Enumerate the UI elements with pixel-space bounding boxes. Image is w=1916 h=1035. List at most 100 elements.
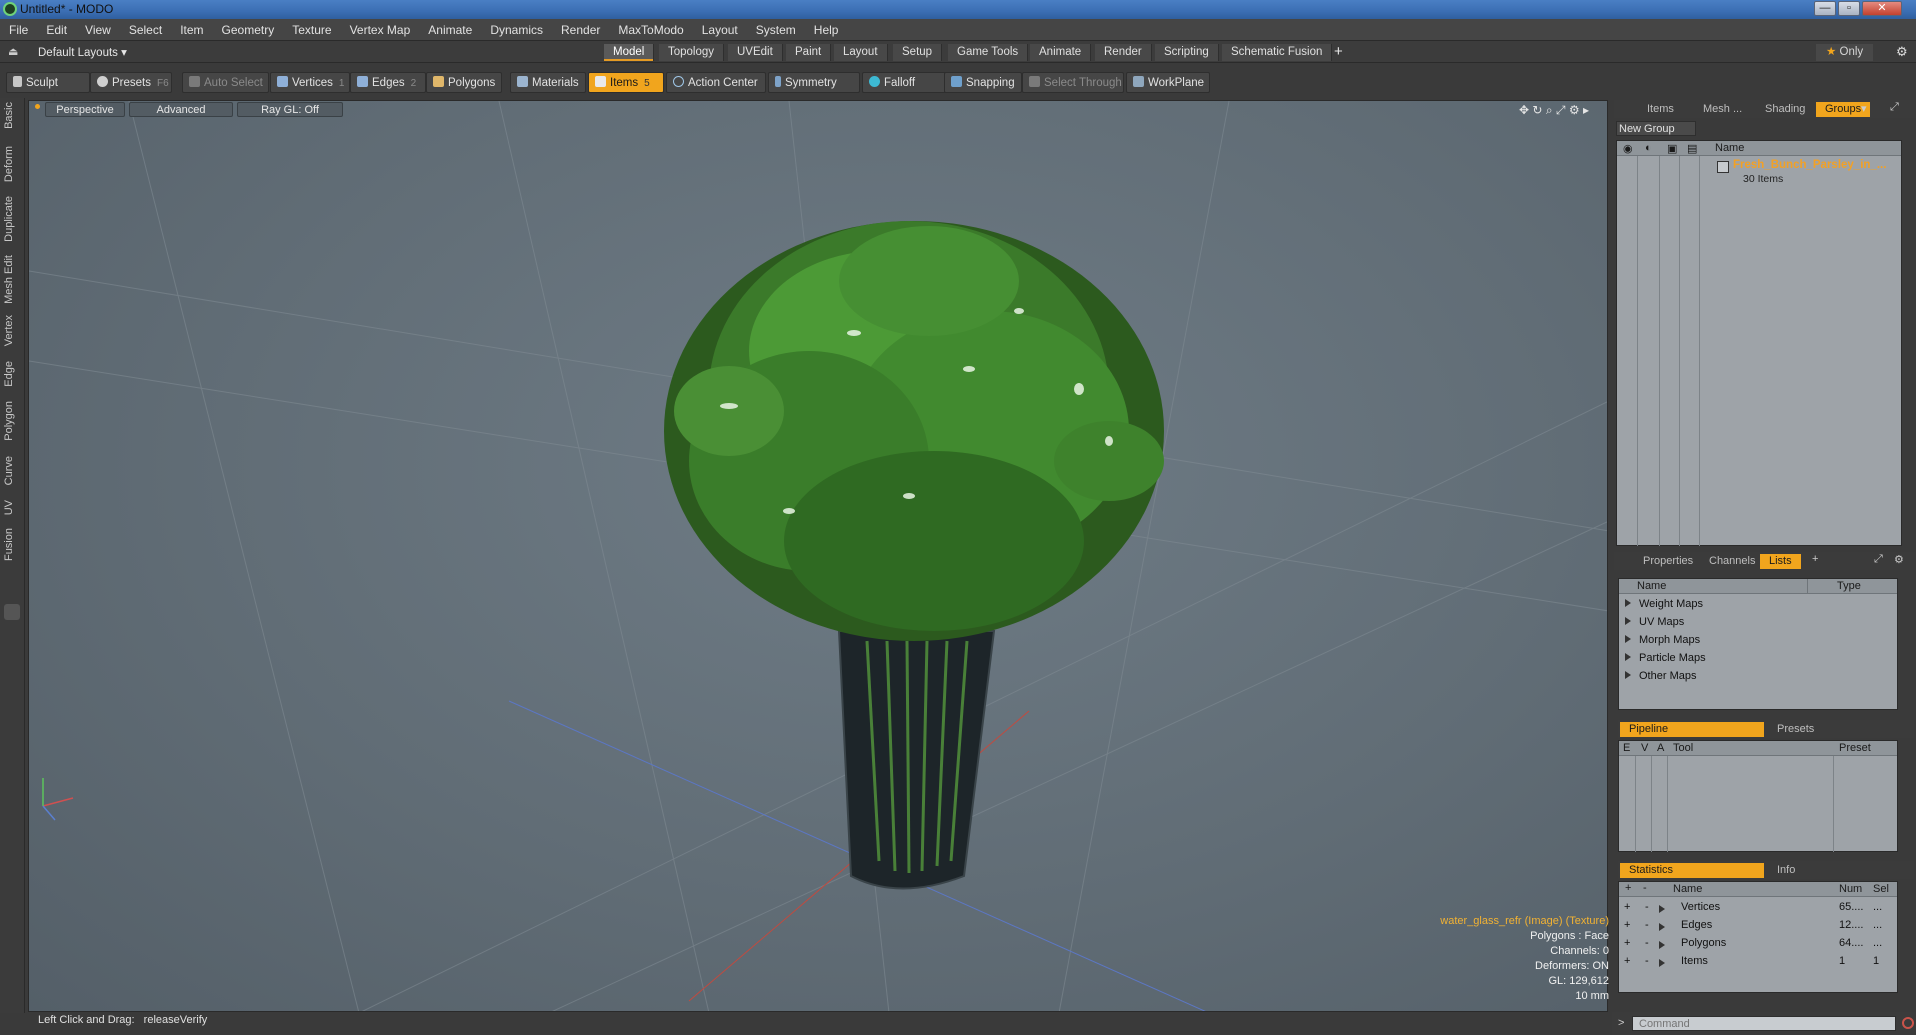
remove-icon[interactable]: -: [1645, 955, 1649, 967]
minimize-button[interactable]: —: [1814, 1, 1836, 16]
presets-button[interactable]: Presets F6: [90, 72, 172, 93]
remove-icon[interactable]: -: [1645, 919, 1649, 931]
add-icon[interactable]: +: [1624, 937, 1630, 949]
snapping-button[interactable]: Snapping: [944, 72, 1022, 93]
gear-icon[interactable]: ⚙: [1896, 44, 1908, 60]
vtab-deform[interactable]: Deform: [3, 146, 21, 182]
add-icon[interactable]: +: [1624, 901, 1630, 913]
select-through-button[interactable]: Select Through: [1022, 72, 1124, 93]
chevron-down-icon[interactable]: ▾: [1861, 102, 1867, 115]
sculpt-button[interactable]: Sculpt: [6, 72, 90, 93]
menu-item[interactable]: Item: [171, 19, 212, 41]
menu-render[interactable]: Render: [552, 19, 609, 41]
3d-viewport[interactable]: ✥ ↻ ⌕ ⤢ ⚙ ▸: [28, 100, 1608, 1012]
menu-dynamics[interactable]: Dynamics: [481, 19, 552, 41]
remove-icon[interactable]: -: [1645, 901, 1649, 913]
menu-file[interactable]: File: [0, 19, 37, 41]
table-row[interactable]: + - Polygons 64.... ...: [1619, 935, 1897, 953]
menu-system[interactable]: System: [747, 19, 805, 41]
default-layouts-dropdown[interactable]: Default Layouts ▾: [38, 45, 127, 59]
vtab-mesh-edit[interactable]: Mesh Edit: [3, 255, 21, 304]
rotate-icon[interactable]: ↻: [1532, 103, 1542, 117]
remove-icon[interactable]: -: [1645, 937, 1649, 949]
list-item-weight-maps[interactable]: Weight Maps: [1625, 595, 1703, 613]
tab-lists[interactable]: Lists: [1760, 554, 1801, 569]
maximize-button[interactable]: ▫: [1838, 1, 1860, 16]
new-group-button[interactable]: New Group: [1616, 121, 1696, 136]
table-row[interactable]: + - Edges 12.... ...: [1619, 917, 1897, 935]
tab-render[interactable]: Render: [1095, 44, 1152, 61]
close-button[interactable]: ✕: [1862, 1, 1902, 16]
fit-icon[interactable]: ⤢: [1556, 103, 1566, 117]
list-item-uv-maps[interactable]: UV Maps: [1625, 613, 1684, 631]
tab-mesh[interactable]: Mesh ...: [1694, 102, 1751, 117]
menu-animate[interactable]: Animate: [419, 19, 481, 41]
tab-paint[interactable]: Paint: [786, 44, 832, 61]
list-item-other-maps[interactable]: Other Maps: [1625, 667, 1696, 685]
items-button[interactable]: Items 5: [588, 72, 664, 93]
vtab-uv[interactable]: UV: [3, 500, 21, 515]
list-item-particle-maps[interactable]: Particle Maps: [1625, 649, 1706, 667]
workplane-button[interactable]: WorkPlane: [1126, 72, 1210, 93]
tab-setup[interactable]: Setup: [893, 44, 943, 61]
vtab-curve[interactable]: Curve: [3, 456, 21, 485]
edges-button[interactable]: Edges 2: [350, 72, 426, 93]
expand-panel-icon[interactable]: ⤢: [1874, 553, 1883, 566]
vtab-fusion[interactable]: Fusion: [3, 528, 21, 561]
tab-channels[interactable]: Channels: [1700, 554, 1764, 569]
menu-maxtomodo[interactable]: MaxToModo: [609, 19, 692, 41]
raygl-toggle[interactable]: Ray GL: Off: [237, 102, 343, 117]
auto-select-button[interactable]: Auto Select: [182, 72, 269, 93]
symmetry-button[interactable]: Symmetry: [768, 72, 860, 93]
menu-layout[interactable]: Layout: [693, 19, 747, 41]
command-input[interactable]: [1632, 1016, 1896, 1031]
vtab-basic[interactable]: Basic: [3, 102, 21, 129]
materials-button[interactable]: Materials: [510, 72, 586, 93]
menu-vertex-map[interactable]: Vertex Map: [341, 19, 420, 41]
lists-gear-icon[interactable]: ⚙: [1894, 553, 1904, 566]
advanced-dropdown[interactable]: Advanced: [129, 102, 233, 117]
command-history-icon[interactable]: [1902, 1017, 1914, 1029]
tab-properties[interactable]: Properties: [1634, 554, 1702, 569]
add-tab-button[interactable]: +: [1334, 43, 1343, 60]
pan-icon[interactable]: ✥: [1519, 103, 1529, 117]
action-center-button[interactable]: Action Center: [666, 72, 766, 93]
vertices-button[interactable]: Vertices 1: [270, 72, 350, 93]
vtab-edge[interactable]: Edge: [3, 361, 21, 387]
layout-toggle-icon[interactable]: ⏏: [8, 45, 18, 58]
menu-help[interactable]: Help: [805, 19, 848, 41]
tab-scripting[interactable]: Scripting: [1155, 44, 1219, 61]
table-row[interactable]: + - Vertices 65.... ...: [1619, 899, 1897, 917]
tab-info[interactable]: Info: [1768, 863, 1804, 878]
viewport-gear-icon[interactable]: ⚙: [1569, 103, 1580, 117]
polygons-button[interactable]: Polygons: [426, 72, 502, 93]
add-tab-button[interactable]: +: [1812, 553, 1818, 565]
viewport-menu-icon[interactable]: ▸: [1583, 103, 1589, 117]
only-toggle[interactable]: ★ Only: [1816, 44, 1874, 61]
tab-statistics[interactable]: Statistics: [1620, 863, 1764, 878]
tab-layout[interactable]: Layout: [834, 44, 888, 61]
tab-uvedit[interactable]: UVEdit: [728, 44, 783, 61]
tab-model[interactable]: Model: [604, 44, 655, 61]
vtab-vertex[interactable]: Vertex: [3, 315, 21, 346]
tab-pipeline[interactable]: Pipeline: [1620, 722, 1764, 737]
tab-presets[interactable]: Presets: [1768, 722, 1823, 737]
group-row[interactable]: Fresh_Bunch_Parsley_in_... 30 Items: [1617, 158, 1901, 186]
tab-animate[interactable]: Animate: [1030, 44, 1092, 61]
menu-geometry[interactable]: Geometry: [213, 19, 284, 41]
menu-texture[interactable]: Texture: [283, 19, 340, 41]
tab-items[interactable]: Items: [1638, 102, 1683, 117]
tab-schematic-fusion[interactable]: Schematic Fusion: [1222, 44, 1333, 61]
perspective-dropdown[interactable]: Perspective: [45, 102, 125, 117]
falloff-button[interactable]: Falloff: [862, 72, 946, 93]
menu-select[interactable]: Select: [120, 19, 171, 41]
add-icon[interactable]: +: [1624, 919, 1630, 931]
zoom-icon[interactable]: ⌕: [1546, 103, 1553, 117]
menu-edit[interactable]: Edit: [37, 19, 76, 41]
tab-game-tools[interactable]: Game Tools: [948, 44, 1029, 61]
vtab-duplicate[interactable]: Duplicate: [3, 196, 21, 242]
vtab-polygon[interactable]: Polygon: [3, 401, 21, 441]
tab-shading[interactable]: Shading: [1756, 102, 1814, 117]
add-icon[interactable]: +: [1624, 955, 1630, 967]
tray-toggle[interactable]: [4, 604, 20, 620]
